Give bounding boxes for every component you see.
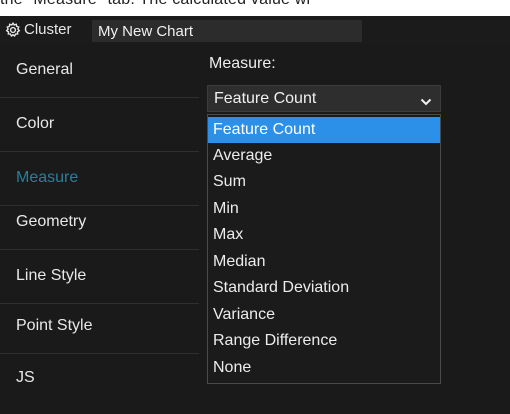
settings-sidebar: General Color Measure Geometry Line Styl… (0, 44, 199, 414)
chart-name-input[interactable] (92, 20, 362, 42)
sidebar-item-label: Point Style (16, 317, 93, 334)
measure-select-value: Feature Count (214, 90, 317, 107)
dropdown-option-average[interactable]: Average (208, 143, 440, 169)
dropdown-option-range-difference[interactable]: Range Difference (208, 328, 440, 354)
dropdown-option-none[interactable]: None (208, 355, 440, 381)
sidebar-item-label: Measure (16, 169, 79, 186)
sidebar-item-label: Color (16, 115, 55, 132)
dropdown-option-standard-deviation[interactable]: Standard Deviation (208, 275, 440, 301)
sidebar-item-js[interactable]: JS (0, 352, 199, 406)
sidebar-item-label: Line Style (16, 267, 87, 284)
dropdown-option-min[interactable]: Min (208, 196, 440, 222)
measure-heading: Measure: (209, 55, 276, 72)
dropdown-option-median[interactable]: Median (208, 249, 440, 275)
sidebar-item-geometry[interactable]: Geometry (0, 196, 199, 250)
document-text-strip: the "Measure" tab. The calculated value … (0, 0, 510, 16)
dropdown-option-sum[interactable]: Sum (208, 169, 440, 195)
dropdown-option-variance[interactable]: Variance (208, 302, 440, 328)
measure-dropdown-list: Feature Count Average Sum Min Max Median… (207, 114, 441, 384)
sidebar-item-label: JS (16, 369, 35, 386)
dropdown-option-max[interactable]: Max (208, 222, 440, 248)
chevron-down-icon (420, 94, 432, 106)
sidebar-item-line-style[interactable]: Line Style (0, 250, 199, 304)
measure-select[interactable]: Feature Count (207, 85, 441, 112)
sidebar-item-color[interactable]: Color (0, 98, 199, 152)
sidebar-item-label: Geometry (16, 213, 87, 230)
document-text: the "Measure" tab. The calculated value … (0, 0, 310, 9)
measure-panel: Measure: Feature Count Feature Count Ave… (199, 44, 510, 414)
chart-type-label: Cluster (24, 21, 72, 38)
sidebar-item-label: General (16, 61, 73, 78)
settings-header: Cluster (0, 16, 510, 44)
sidebar-item-general[interactable]: General (0, 44, 199, 98)
dropdown-option-feature-count[interactable]: Feature Count (208, 117, 440, 143)
gear-icon[interactable] (5, 21, 21, 38)
sidebar-item-point-style[interactable]: Point Style (0, 300, 199, 354)
chart-settings-window: the "Measure" tab. The calculated value … (0, 0, 510, 414)
